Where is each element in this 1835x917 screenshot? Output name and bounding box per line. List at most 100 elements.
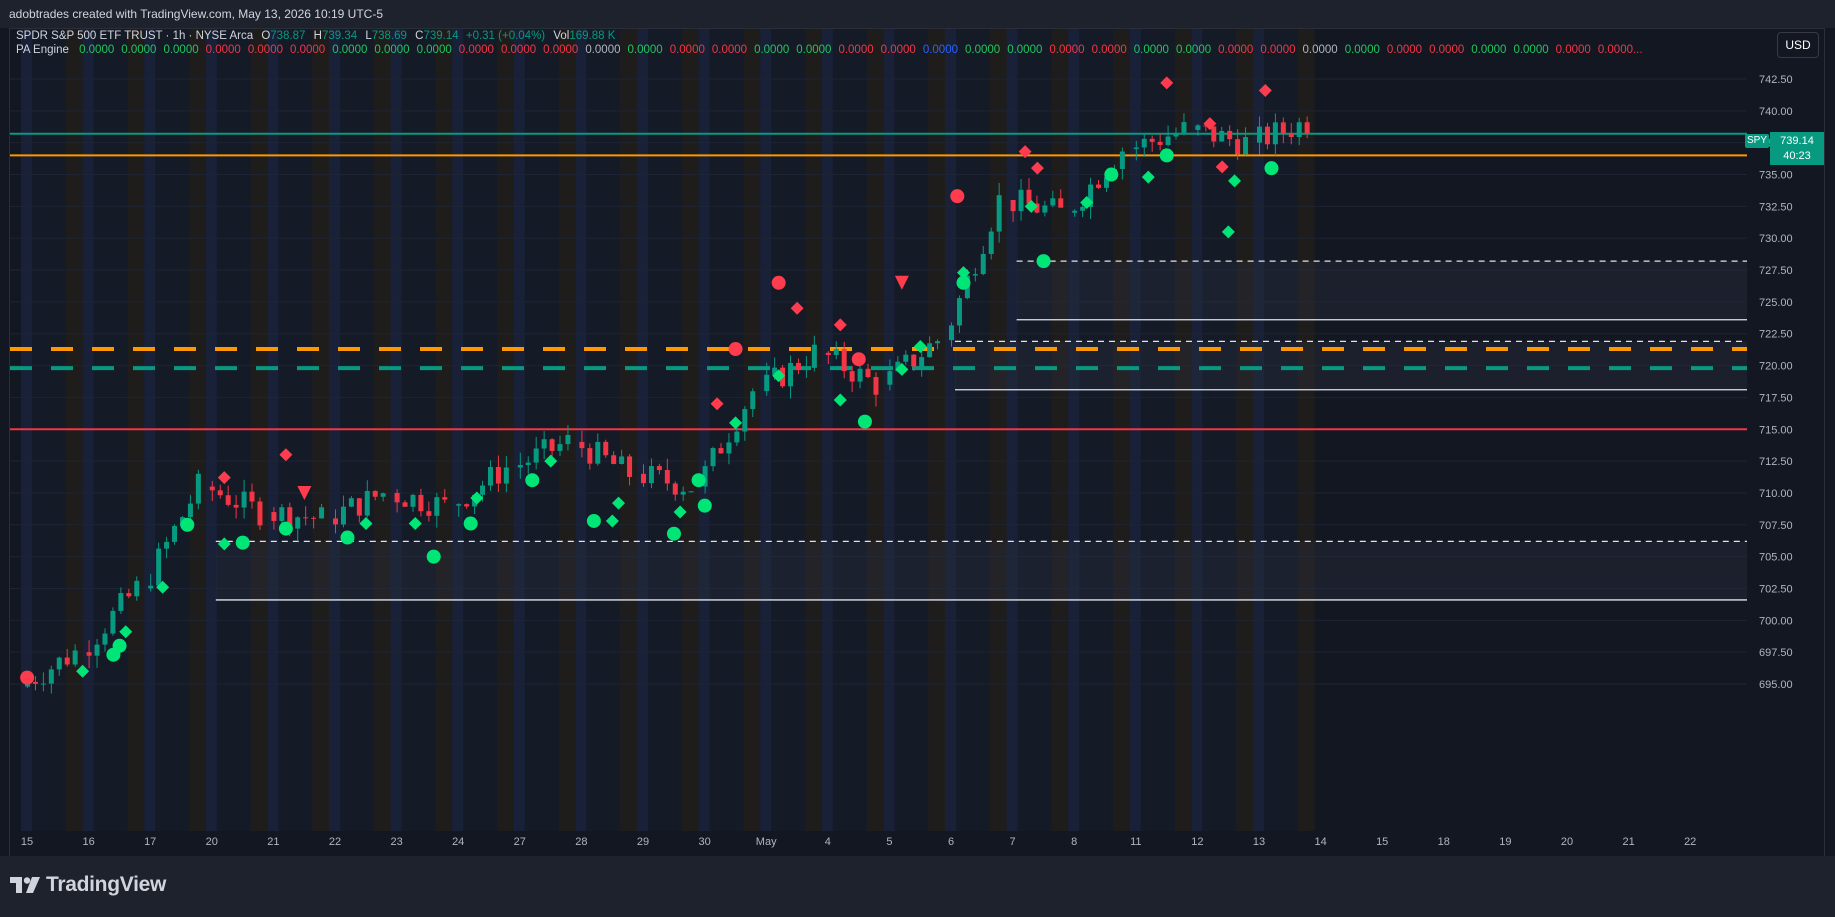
- candle-body: [1173, 132, 1179, 137]
- candle-body: [911, 354, 917, 367]
- candle-body: [480, 485, 486, 495]
- x-tick-label: 14: [1314, 836, 1326, 848]
- candle-body: [1149, 138, 1155, 142]
- candle-body: [442, 497, 448, 500]
- candle-body: [295, 517, 301, 529]
- indicator-name[interactable]: PA Engine: [16, 44, 69, 56]
- y-tick-label: 717.50: [1759, 392, 1793, 404]
- indicator-value: 0.0000: [1302, 44, 1338, 56]
- candle-body: [972, 274, 978, 276]
- candle-body: [750, 391, 756, 410]
- x-tick-label: May: [756, 836, 777, 848]
- chart-frame[interactable]: 742.50740.00737.50735.00732.50730.00727.…: [9, 28, 1825, 858]
- candle-body: [94, 644, 100, 656]
- candle-body: [402, 502, 408, 507]
- signal-circle: [697, 498, 712, 513]
- indicator-values: 0.0000 0.0000 0.0000 0.0000 0.0000 0.0000 0.00…: [72, 44, 1643, 56]
- signal-circle: [1264, 161, 1279, 176]
- y-tick-label: 697.50: [1759, 647, 1793, 659]
- candle-body: [619, 456, 625, 464]
- signal-circle: [691, 473, 706, 488]
- signal-circle: [20, 670, 35, 685]
- x-tick-label: 16: [82, 836, 94, 848]
- last-price-value: 739.14: [1780, 135, 1814, 147]
- candle-body: [865, 368, 871, 378]
- candle-body: [217, 490, 223, 496]
- open-label: O: [261, 30, 271, 42]
- tradingview-logo-text: TradingView: [46, 873, 167, 896]
- price-chart[interactable]: 742.50740.00737.50735.00732.50730.00727.…: [10, 29, 1824, 857]
- volume-label: Vol: [553, 30, 570, 42]
- symbol-name[interactable]: SPDR S&P 500 ETF TRUST · 1h · NYSE Arca: [16, 30, 253, 42]
- x-tick-label: 21: [1622, 836, 1634, 848]
- candle-body: [788, 362, 794, 387]
- candle-body: [656, 466, 662, 471]
- x-tick-label: 28: [575, 836, 587, 848]
- indicator-value: 0.0000: [838, 44, 874, 56]
- candle-body: [627, 456, 633, 477]
- indicator-value: 0.0000: [1007, 44, 1043, 56]
- signal-circle: [426, 549, 441, 564]
- candle-body: [148, 585, 154, 589]
- candle-body: [641, 473, 646, 484]
- candle-body: [56, 657, 62, 670]
- candle-body: [1235, 139, 1241, 155]
- indicator-value: 0.0000: [922, 44, 958, 56]
- y-tick-label: 725.00: [1759, 297, 1793, 309]
- candle-body: [903, 354, 909, 362]
- indicator-value: 0.0000: [796, 44, 832, 56]
- x-tick-label: 22: [1684, 836, 1696, 848]
- candle-body: [1304, 122, 1310, 134]
- last-price-label: 739.14 40:23: [1770, 132, 1824, 165]
- candle-body: [1264, 126, 1270, 145]
- indicator-value: 0.0000: [121, 44, 157, 56]
- indicator-value: 0.0000: [880, 44, 916, 56]
- candle-body: [795, 362, 801, 371]
- candle-body: [249, 491, 255, 502]
- x-tick-label: 8: [1071, 836, 1077, 848]
- x-tick-label: 7: [1010, 836, 1016, 848]
- candle-body: [1288, 133, 1294, 138]
- indicator-value: 0.0000: [585, 44, 621, 56]
- candle-body: [426, 511, 432, 516]
- y-tick-label: 707.50: [1759, 520, 1793, 532]
- y-tick-label: 727.50: [1759, 265, 1793, 277]
- candle-body: [434, 497, 440, 516]
- indicator-value: 0.0000: [1344, 44, 1380, 56]
- symbol-legend[interactable]: SPDR S&P 500 ETF TRUST · 1h · NYSE Arca …: [16, 30, 615, 42]
- tradingview-logo[interactable]: TradingView: [10, 873, 166, 897]
- candle-body: [311, 517, 317, 519]
- candle-body: [503, 467, 509, 484]
- watermark-text: adobtrades created with TradingView.com,…: [9, 7, 383, 21]
- candle-body: [1072, 210, 1078, 213]
- y-tick-label: 695.00: [1759, 679, 1793, 691]
- candle-body: [356, 498, 362, 516]
- volume-value: 169.88 K: [569, 30, 616, 42]
- candle-body: [48, 669, 54, 684]
- x-tick-label: 12: [1191, 836, 1203, 848]
- indicator-value: 0.0000: [1133, 44, 1169, 56]
- candle-body: [680, 491, 686, 495]
- indicator-legend[interactable]: PA Engine 0.0000 0.0000 0.0000 0.0000 0.0000…: [16, 44, 1643, 56]
- y-tick-label: 715.00: [1759, 424, 1793, 436]
- indicator-value: 0.0000: [458, 44, 494, 56]
- candle-body: [718, 448, 724, 454]
- currency-button[interactable]: USD: [1777, 32, 1819, 58]
- indicator-value: 0.0000: [543, 44, 579, 56]
- supply-demand-zone: [1016, 261, 1747, 320]
- x-tick-label: 15: [21, 836, 33, 848]
- indicator-value: 0.0000: [1091, 44, 1127, 56]
- candle-body: [579, 442, 585, 449]
- candle-body: [172, 525, 178, 542]
- candle-body: [887, 371, 893, 385]
- candle-body: [595, 441, 601, 464]
- candle-body: [72, 650, 78, 665]
- signal-circle: [525, 473, 540, 488]
- indicator-value: 0.0000: [205, 44, 241, 56]
- candle-body: [340, 506, 346, 525]
- candle-body: [1280, 122, 1286, 134]
- candle-body: [710, 448, 716, 467]
- candle-body: [688, 491, 694, 493]
- y-tick-label: 730.00: [1759, 233, 1793, 245]
- indicator-value: 0.0000...: [1597, 44, 1643, 56]
